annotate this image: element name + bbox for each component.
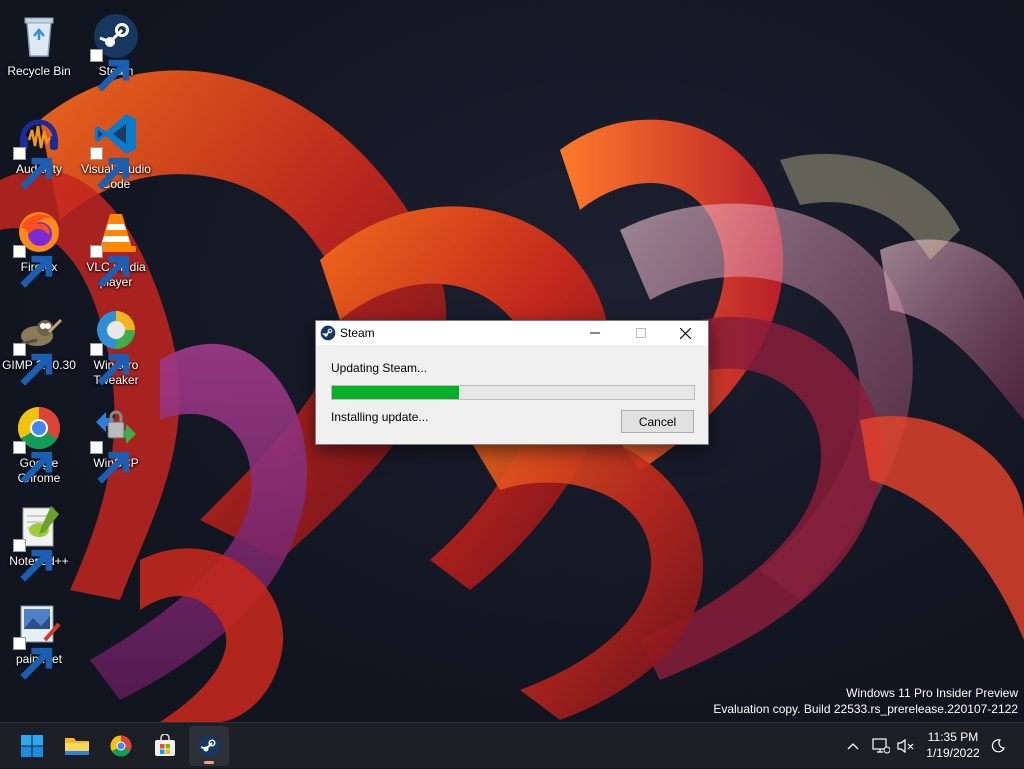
shortcut-arrow-icon: [13, 441, 53, 484]
watermark-build: Evaluation copy. Build 22533.rs_prerelea…: [713, 702, 1018, 716]
shortcut-arrow-icon: [13, 637, 53, 680]
dialog-title: Steam: [340, 326, 375, 340]
vscode-icon: [90, 110, 140, 190]
shortcut-arrow-icon: [90, 441, 130, 484]
watermark-edition: Windows 11 Pro Insider Preview: [846, 686, 1018, 700]
shortcut-arrow-icon: [13, 539, 53, 582]
recycle-bin-icon: [15, 12, 63, 60]
active-window-indicator: [204, 761, 214, 764]
maximize-button: [618, 321, 664, 345]
desktop-icon-firefox[interactable]: Firefox: [0, 202, 78, 288]
cancel-button[interactable]: Cancel: [621, 410, 694, 433]
progress-fill: [332, 386, 459, 399]
steam-icon: [90, 12, 140, 92]
desktop-icon-winaero-tweaker[interactable]: Winaero Tweaker: [77, 300, 155, 388]
taskbar-chrome[interactable]: [101, 726, 141, 766]
dialog-titlebar[interactable]: Steam: [316, 321, 708, 345]
shortcut-arrow-icon: [13, 147, 53, 190]
desktop-icon-notepadpp[interactable]: Notepad++: [0, 496, 78, 582]
desktop-icon-recycle-bin[interactable]: Recycle Bin: [0, 6, 78, 79]
clock-time: 11:35 PM: [927, 730, 979, 744]
desktop-icon-steam[interactable]: Steam: [77, 6, 155, 92]
winscp-icon: [90, 404, 140, 484]
desktop-icon-google-chrome[interactable]: Google Chrome: [0, 398, 78, 486]
desktop-icon-winscp[interactable]: WinSCP: [77, 398, 155, 484]
desktop-icon-vscode[interactable]: Visual Studio Code: [77, 104, 155, 192]
taskbar-file-explorer[interactable]: [57, 726, 97, 766]
taskbar-microsoft-store[interactable]: [145, 726, 185, 766]
firefox-icon: [13, 208, 63, 288]
taskbar-steam[interactable]: [189, 726, 229, 766]
close-button[interactable]: [662, 321, 708, 345]
steam-icon: [320, 325, 336, 341]
steam-update-dialog: Steam Updating Steam... Installing updat…: [315, 320, 709, 445]
shortcut-arrow-icon: [13, 245, 53, 288]
chevron-up-icon: [847, 743, 859, 750]
taskbar: 11:35 PM 1/19/2022: [0, 722, 1024, 768]
steam-icon: [198, 735, 220, 757]
gimp-icon: [13, 306, 63, 386]
minimize-button[interactable]: [572, 321, 618, 345]
file-explorer-icon: [65, 738, 89, 755]
desktop-icon-vlc[interactable]: VLC media player: [77, 202, 155, 290]
network-icon: [872, 738, 890, 754]
close-icon: [679, 327, 691, 339]
volume-muted-icon: [897, 738, 914, 754]
microsoft-store-icon: [155, 734, 175, 756]
vlc-icon: [90, 208, 140, 288]
minimize-icon: [590, 332, 600, 334]
maximize-icon: [636, 328, 646, 338]
desktop-icon-audacity[interactable]: Audacity: [0, 104, 78, 190]
shortcut-arrow-icon: [90, 147, 130, 190]
update-progress-bar: [331, 385, 695, 400]
update-status-text: Updating Steam...: [331, 361, 428, 375]
audacity-icon: [13, 110, 63, 190]
taskbar-clock[interactable]: 11:35 PM 1/19/2022: [918, 729, 988, 761]
shortcut-arrow-icon: [90, 245, 130, 288]
windows-watermark: Windows 11 Pro Insider Preview Evaluatio…: [713, 685, 1018, 717]
show-hidden-icons-button[interactable]: [842, 723, 864, 769]
desktop-icon-label: Recycle Bin: [7, 64, 71, 78]
desktop-icon-gimp[interactable]: GIMP 2.10.30: [0, 300, 78, 386]
paintnet-icon: [13, 600, 63, 680]
update-detail-text: Installing update...: [331, 410, 429, 424]
shortcut-arrow-icon: [90, 343, 130, 386]
windows-start-icon: [21, 735, 43, 757]
volume-button[interactable]: [895, 723, 917, 769]
chrome-icon: [110, 735, 132, 757]
clock-date: 1/19/2022: [926, 746, 980, 760]
start-button[interactable]: [12, 726, 52, 766]
chrome-icon: [13, 404, 63, 484]
shortcut-arrow-icon: [13, 343, 53, 386]
network-button[interactable]: [870, 723, 892, 769]
desktop-icon-paintnet[interactable]: paint.net: [0, 594, 78, 680]
winaero-tweaker-icon: [90, 306, 140, 386]
notepadpp-icon: [13, 502, 63, 582]
focus-assist-icon: [991, 739, 1005, 753]
focus-assist-button[interactable]: [987, 723, 1009, 769]
shortcut-arrow-icon: [90, 49, 130, 92]
